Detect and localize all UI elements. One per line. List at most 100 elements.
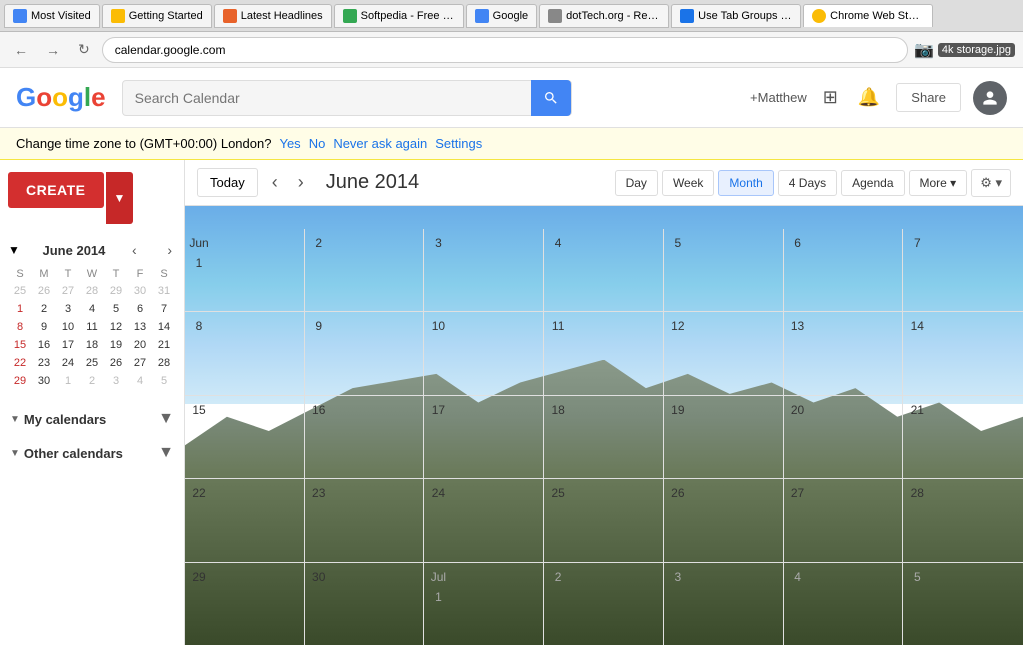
month-cell[interactable]: Jun 1 xyxy=(185,229,305,311)
mini-cal-day[interactable]: 27 xyxy=(128,354,152,372)
month-cell[interactable]: 20 xyxy=(784,396,904,478)
search-button[interactable] xyxy=(531,80,571,116)
mini-cal-day[interactable]: 22 xyxy=(8,354,32,372)
mini-cal-day[interactable]: 25 xyxy=(8,282,32,300)
mini-cal-day[interactable]: 9 xyxy=(32,318,56,336)
view-more-button[interactable]: More ▾ xyxy=(909,170,968,196)
month-cell[interactable]: 10 xyxy=(424,312,544,394)
mini-cal-day[interactable]: 14 xyxy=(152,318,176,336)
mini-cal-day[interactable]: 2 xyxy=(80,372,104,390)
month-cell[interactable]: 4 xyxy=(544,229,664,311)
tab-latest-headlines[interactable]: Latest Headlines xyxy=(214,4,332,28)
mini-cal-day[interactable]: 28 xyxy=(80,282,104,300)
apps-grid-button[interactable]: ⊞ xyxy=(819,83,842,112)
mini-cal-title[interactable]: June 2014 xyxy=(43,243,106,258)
month-cell[interactable]: 29 xyxy=(185,563,305,645)
mini-cal-day[interactable]: 26 xyxy=(32,282,56,300)
mini-cal-day[interactable]: 7 xyxy=(152,300,176,318)
view-4days-button[interactable]: 4 Days xyxy=(778,170,837,196)
month-cell[interactable]: 14 xyxy=(903,312,1023,394)
mini-cal-day[interactable]: 10 xyxy=(56,318,80,336)
calendar-next-button[interactable]: › xyxy=(292,168,310,197)
tz-yes-link[interactable]: Yes xyxy=(279,136,300,151)
mini-cal-day[interactable]: 15 xyxy=(8,336,32,354)
refresh-button[interactable]: ↻ xyxy=(72,37,96,62)
tz-no-link[interactable]: No xyxy=(309,136,326,151)
other-calendars-add-button[interactable]: ▼ xyxy=(158,444,174,462)
mini-cal-day[interactable]: 28 xyxy=(152,354,176,372)
month-cell[interactable]: 16 xyxy=(305,396,425,478)
mini-cal-day[interactable]: 4 xyxy=(80,300,104,318)
mini-cal-day[interactable]: 27 xyxy=(56,282,80,300)
month-cell[interactable]: 26 xyxy=(664,479,784,561)
mini-cal-day[interactable]: 13 xyxy=(128,318,152,336)
mini-cal-day[interactable]: 23 xyxy=(32,354,56,372)
month-cell[interactable]: 27 xyxy=(784,479,904,561)
mini-cal-day[interactable]: 12 xyxy=(104,318,128,336)
mini-cal-day[interactable]: 17 xyxy=(56,336,80,354)
back-button[interactable]: ← xyxy=(8,38,34,62)
mini-cal-day[interactable]: 16 xyxy=(32,336,56,354)
tab-google[interactable]: Google xyxy=(466,4,537,28)
username-label[interactable]: +Matthew xyxy=(750,90,807,105)
mini-cal-day[interactable]: 20 xyxy=(128,336,152,354)
tab-softpedia[interactable]: Softpedia - Free Downl... xyxy=(334,4,464,28)
month-cell[interactable]: 9 xyxy=(305,312,425,394)
month-cell[interactable]: 30 xyxy=(305,563,425,645)
view-month-button[interactable]: Month xyxy=(718,170,773,196)
view-week-button[interactable]: Week xyxy=(662,170,714,196)
month-cell[interactable]: 21 xyxy=(903,396,1023,478)
mini-cal-day[interactable]: 31 xyxy=(152,282,176,300)
mini-cal-day[interactable]: 4 xyxy=(128,372,152,390)
view-agenda-button[interactable]: Agenda xyxy=(841,170,904,196)
month-cell[interactable]: 25 xyxy=(544,479,664,561)
month-cell[interactable]: 22 xyxy=(185,479,305,561)
tab-most-visited[interactable]: Most Visited xyxy=(4,4,100,28)
month-cell[interactable]: 6 xyxy=(784,229,904,311)
create-button[interactable]: CREATE xyxy=(8,172,104,208)
month-cell[interactable]: 24 xyxy=(424,479,544,561)
my-calendars-header[interactable]: ▼ My calendars ▼ xyxy=(8,406,176,432)
month-cell[interactable]: Jul 1 xyxy=(424,563,544,645)
search-input[interactable] xyxy=(123,90,531,106)
mini-cal-day[interactable]: 24 xyxy=(56,354,80,372)
create-dropdown-button[interactable]: ▼ xyxy=(106,172,134,224)
month-cell[interactable]: 5 xyxy=(664,229,784,311)
month-cell[interactable]: 2 xyxy=(305,229,425,311)
month-cell[interactable]: 19 xyxy=(664,396,784,478)
mini-cal-day[interactable]: 30 xyxy=(32,372,56,390)
tab-tab-groups[interactable]: Use Tab Groups to org... xyxy=(671,4,801,28)
share-button[interactable]: Share xyxy=(896,83,961,112)
tab-dottech[interactable]: dotTech.org - Reviews... xyxy=(539,4,669,28)
search-bar[interactable] xyxy=(122,80,572,116)
mini-cal-day[interactable]: 6 xyxy=(128,300,152,318)
month-cell[interactable]: 23 xyxy=(305,479,425,561)
forward-button[interactable]: → xyxy=(40,38,66,62)
other-calendars-header[interactable]: ▼ Other calendars ▼ xyxy=(8,440,176,466)
tz-settings-link[interactable]: Settings xyxy=(435,136,482,151)
mini-cal-day[interactable]: 11 xyxy=(80,318,104,336)
mini-cal-day[interactable]: 5 xyxy=(104,300,128,318)
my-calendars-add-button[interactable]: ▼ xyxy=(158,410,174,428)
mini-cal-day[interactable]: 18 xyxy=(80,336,104,354)
today-button[interactable]: Today xyxy=(197,168,258,197)
tab-getting-started[interactable]: Getting Started xyxy=(102,4,212,28)
calendar-settings-button[interactable]: ⚙ ▾ xyxy=(971,169,1011,197)
mini-cal-day[interactable]: 5 xyxy=(152,372,176,390)
mini-cal-day[interactable]: 2 xyxy=(32,300,56,318)
tz-never-link[interactable]: Never ask again xyxy=(333,136,427,151)
mini-cal-prev[interactable]: ‹ xyxy=(128,240,141,260)
month-cell[interactable]: 15 xyxy=(185,396,305,478)
tab-chrome-web-store[interactable]: Chrome Web Store - P... xyxy=(803,4,933,27)
mini-cal-day[interactable]: 1 xyxy=(56,372,80,390)
mini-cal-next[interactable]: › xyxy=(163,240,176,260)
mini-cal-day[interactable]: 3 xyxy=(104,372,128,390)
view-day-button[interactable]: Day xyxy=(615,170,658,196)
month-cell[interactable]: 17 xyxy=(424,396,544,478)
mini-cal-day[interactable]: 1 xyxy=(8,300,32,318)
month-cell[interactable]: 2 xyxy=(544,563,664,645)
avatar[interactable] xyxy=(973,81,1007,115)
mini-cal-day[interactable]: 29 xyxy=(104,282,128,300)
month-cell[interactable]: 12 xyxy=(664,312,784,394)
month-cell[interactable]: 11 xyxy=(544,312,664,394)
